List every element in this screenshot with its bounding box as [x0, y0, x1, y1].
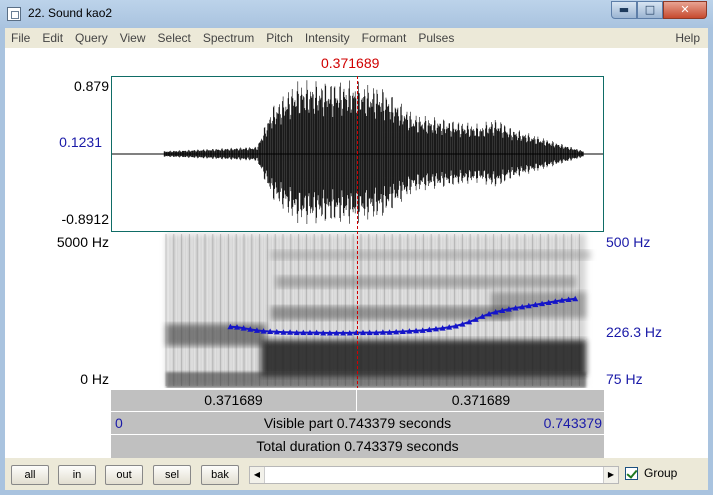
- spectrogram-min-freq-label: 0 Hz: [80, 371, 109, 387]
- window-title: 22. Sound kao2: [28, 6, 113, 20]
- window-icon[interactable]: [7, 7, 21, 21]
- visible-part-label: Visible part 0.743379 seconds: [263, 415, 452, 431]
- visible-end-label: 0.743379: [543, 415, 602, 431]
- scroll-thumb[interactable]: [264, 467, 604, 483]
- zoom-selection-button[interactable]: sel: [153, 465, 191, 485]
- group-label: Group: [644, 466, 678, 480]
- menu-pitch[interactable]: Pitch: [260, 28, 299, 48]
- window-client: File Edit Query View Select Spectrum Pit…: [5, 28, 708, 490]
- selection-right-segment[interactable]: 0.371689: [358, 390, 604, 411]
- selection-right-label: 0.371689: [451, 392, 511, 408]
- close-icon: ✕: [680, 3, 690, 16]
- caption-buttons: ▬ □ ✕: [611, 1, 707, 19]
- selection-left-segment[interactable]: 0.371689: [111, 390, 357, 411]
- menu-formant[interactable]: Formant: [356, 28, 413, 48]
- zoom-all-button[interactable]: all: [11, 465, 49, 485]
- spectrogram-max-freq-label: 5000 Hz: [56, 234, 109, 250]
- selection-left-label: 0.371689: [204, 392, 263, 408]
- bottom-toolbar: all in out sel bak ◀ ▶ Group: [5, 458, 708, 490]
- menu-select[interactable]: Select: [152, 28, 197, 48]
- visible-start-label: 0: [115, 415, 123, 431]
- maximize-icon: □: [644, 3, 656, 16]
- menu-intensity[interactable]: Intensity: [299, 28, 356, 48]
- group-toggle[interactable]: Group: [625, 466, 677, 480]
- total-duration-bar[interactable]: Total duration 0.743379 seconds: [111, 435, 604, 458]
- waveform-max-label: 0.879: [73, 78, 109, 94]
- zoom-out-button[interactable]: out: [105, 465, 143, 485]
- visible-part-bar[interactable]: 0 Visible part 0.743379 seconds 0.743379: [111, 412, 604, 434]
- menu-file[interactable]: File: [5, 28, 36, 48]
- scroll-right-icon[interactable]: ▶: [604, 467, 618, 483]
- minimize-button[interactable]: ▬: [611, 1, 637, 19]
- minimize-icon: ▬: [618, 3, 630, 16]
- praat-sound-window: 22. Sound kao2 ▬ □ ✕ File Edit Query Vie…: [0, 0, 713, 495]
- menu-help[interactable]: Help: [675, 31, 700, 45]
- maximize-button[interactable]: □: [637, 1, 663, 19]
- zoom-back-button[interactable]: bak: [201, 465, 239, 485]
- menu-query[interactable]: Query: [69, 28, 114, 48]
- pitch-min-label: 75 Hz: [606, 371, 643, 387]
- scroll-left-icon[interactable]: ◀: [250, 467, 264, 483]
- horizontal-scrollbar[interactable]: ◀ ▶: [249, 466, 619, 484]
- zoom-in-button[interactable]: in: [58, 465, 96, 485]
- cursor-line: [357, 76, 358, 388]
- menu-pulses[interactable]: Pulses: [412, 28, 460, 48]
- menu-edit[interactable]: Edit: [36, 28, 69, 48]
- pitch-max-label: 500 Hz: [606, 234, 651, 250]
- cursor-time-label: 0.371689: [321, 55, 380, 71]
- menu-view[interactable]: View: [114, 28, 152, 48]
- menu-bar: File Edit Query View Select Spectrum Pit…: [5, 28, 708, 48]
- title-bar[interactable]: 22. Sound kao2 ▬ □ ✕: [0, 0, 713, 28]
- pitch-cursor-label: 226.3 Hz: [606, 324, 663, 340]
- selection-bar[interactable]: 0.371689 0.371689: [111, 389, 604, 411]
- group-checkbox[interactable]: [625, 466, 638, 480]
- menu-spectrum[interactable]: Spectrum: [197, 28, 260, 48]
- waveform-min-label: -0.8912: [61, 211, 109, 227]
- close-button[interactable]: ✕: [663, 1, 707, 19]
- sound-editor-canvas[interactable]: 0.371689 0.879 0.1231 -0.8912 5000 Hz 0 …: [5, 48, 708, 458]
- waveform-cursor-value-label: 0.1231: [59, 134, 102, 150]
- total-duration-label: Total duration 0.743379 seconds: [256, 438, 459, 454]
